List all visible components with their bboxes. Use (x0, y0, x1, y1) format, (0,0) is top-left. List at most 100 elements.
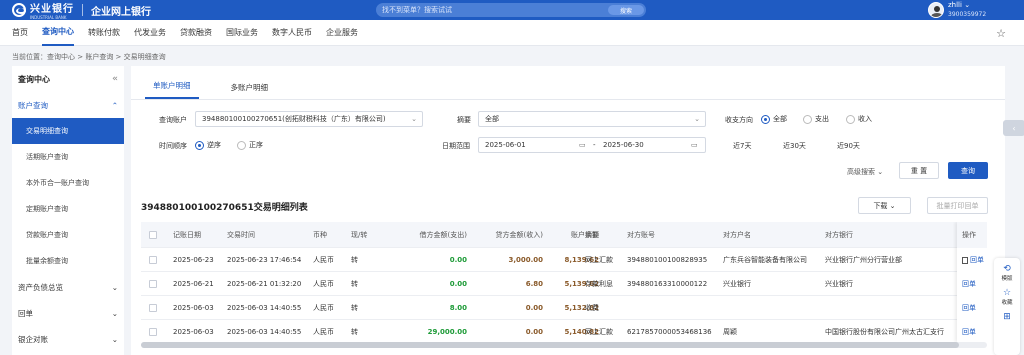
nav-item-home[interactable]: 首页 (12, 20, 28, 46)
col-header: 借方金额(支出) (419, 230, 467, 239)
download-label: 下载 (873, 201, 888, 210)
sidebar-item-unified-account[interactable]: 本外币合一账户查询 (12, 170, 124, 196)
download-button[interactable]: 下载 ⌄ (858, 197, 911, 214)
cell-name: 周颖 (723, 327, 737, 336)
cell-name: 广东兵谷智能装备有限公司 (723, 255, 807, 264)
grid-tool[interactable]: ⊞ (994, 312, 1020, 322)
receipt-label: 回单 (962, 280, 976, 288)
scrollbar-thumb[interactable] (141, 342, 959, 348)
brand-divider (82, 4, 83, 16)
cell-debit: 29,000.00 (427, 327, 467, 336)
radio-dot (761, 114, 770, 124)
menu-search-input[interactable]: 找不到菜单？搜索试试 搜索 (376, 3, 646, 17)
advanced-search-toggle[interactable]: 高级搜索 ⌄ (847, 167, 883, 177)
row-checkbox[interactable] (149, 248, 157, 271)
reset-button[interactable]: 重 置 (899, 162, 939, 179)
receipt-link[interactable]: 回单 (957, 320, 987, 342)
col-header: 对方账号 (627, 230, 655, 239)
floating-tools: ⟲ 模版 ☆ 收藏 ⊞ (994, 258, 1020, 355)
order-desc-radio[interactable]: 逆序 (195, 140, 221, 150)
row-checkbox[interactable] (149, 296, 157, 319)
sidebar-header: 查询中心 « (12, 66, 124, 92)
receipt-link[interactable]: 回单 (957, 272, 987, 296)
direction-all-radio[interactable]: 全部 (761, 114, 787, 124)
cell-acct: 394880100100828935 (627, 255, 708, 264)
quick-7-days[interactable]: 近7天 (733, 141, 751, 151)
user-name[interactable]: zhlli ⌄ (948, 1, 986, 10)
col-header: 贷方金额(收入) (495, 230, 543, 239)
tab-single-account[interactable]: 单账户明细 (145, 80, 199, 99)
template-tool[interactable]: ⟲ 模版 (994, 264, 1020, 282)
quick-30-days[interactable]: 近30天 (783, 141, 806, 151)
user-menu[interactable]: zhlli ⌄ 3900359972 (928, 1, 986, 19)
nav-item-payroll[interactable]: 代发业务 (134, 20, 166, 46)
sidebar-item-current-account[interactable]: 活期账户查询 (12, 144, 124, 170)
horizontal-scrollbar[interactable] (141, 342, 987, 348)
cell-date: 2025-06-03 (173, 303, 214, 312)
side-drawer-handle[interactable]: ‹ (1003, 120, 1024, 136)
nav-item-enterprise-services[interactable]: 企业服务 (326, 20, 358, 46)
receipt-link[interactable]: 回单 (957, 296, 987, 320)
sidebar-item-batch-balance[interactable]: 批量余额查询 (12, 248, 124, 274)
sidebar-group-account-query[interactable]: 账户查询 ⌃ (12, 92, 124, 118)
nav-item-international[interactable]: 国际业务 (226, 20, 258, 46)
chevron-down-icon: ⌄ (111, 308, 118, 318)
main-panel: 单账户明细 多账户明细 查询账户 394880100100270651(创拓财税… (131, 66, 1005, 355)
bank-logo[interactable]: 兴业银行 INDUSTRIAL BANK (12, 0, 74, 20)
receipt-link[interactable]: 回单 (957, 248, 987, 272)
avatar[interactable] (928, 2, 944, 18)
account-select[interactable]: 394880100100270651(创拓财税科技（广东）有限公司) ⌄ (195, 111, 423, 127)
cell-debit: 0.00 (449, 255, 467, 264)
cell-name: 兴业银行 (723, 279, 751, 288)
cell-date: 2025-06-23 (173, 255, 214, 264)
favorite-star-icon[interactable]: ☆ (996, 27, 1006, 40)
search-button[interactable]: 搜索 (608, 5, 644, 15)
tab-bar: 单账户明细 多账户明细 (131, 66, 1005, 100)
sidebar-group-reconciliation[interactable]: 银企对账 ⌄ (12, 326, 124, 352)
direction-income-radio[interactable]: 收入 (846, 114, 872, 124)
cell-cur: 人民币 (313, 327, 334, 336)
col-header: 现/转 (351, 230, 368, 239)
table-body: 2025-06-23 2025-06-23 17:46:54 人民币转 0.00 3,0… (141, 248, 987, 342)
tab-multi-account[interactable]: 多账户明细 (223, 82, 277, 99)
sidebar-group-receipt[interactable]: 回单 ⌄ (12, 300, 124, 326)
receipt-label: 回单 (962, 304, 976, 312)
sidebar-item-fixed-account[interactable]: 定期账户查询 (12, 196, 124, 222)
chevron-down-icon: ⌄ (411, 115, 417, 123)
query-button[interactable]: 查询 (948, 162, 988, 179)
sidebar-group-assets[interactable]: 资产负债总览 ⌄ (12, 274, 124, 300)
chevron-down-icon: ⌄ (111, 282, 118, 292)
summary-select[interactable]: 全部 ⌄ (478, 111, 706, 127)
nav-item-loans[interactable]: 贷款融资 (180, 20, 212, 46)
bank-logo-icon (12, 3, 26, 17)
date-range-picker[interactable]: 2025-06-01 ▭ - 2025-06-30 ▭ (478, 137, 706, 153)
quick-90-days[interactable]: 近90天 (837, 141, 860, 151)
date-to[interactable]: 2025-06-30 (603, 141, 644, 149)
radio-dot (846, 114, 855, 124)
nav-item-query-center[interactable]: 查询中心 (42, 20, 74, 46)
batch-print-button[interactable]: 批量打印回单 (927, 197, 988, 214)
order-asc-radio[interactable]: 正序 (237, 140, 263, 150)
collapse-icon[interactable]: « (112, 74, 118, 84)
date-from[interactable]: 2025-06-01 (485, 141, 526, 149)
cell-summary: 存款利息 (585, 279, 613, 288)
sidebar: 查询中心 « 账户查询 ⌃ 交易明细查询 活期账户查询 本外币合一账户查询 定期… (12, 66, 124, 355)
receipt-label: 回单 (970, 256, 984, 264)
sidebar-item-loan-account[interactable]: 贷款账户查询 (12, 222, 124, 248)
row-checkbox[interactable] (149, 320, 157, 342)
favorites-tool[interactable]: ☆ 收藏 (994, 288, 1020, 306)
col-header-operation: 操作 (957, 222, 987, 248)
transaction-table: 记账日期 交易时间 币种 现/转 借方金额(支出) 贷方金额(收入) 账户余额 … (141, 222, 987, 342)
sidebar-group-label: 资产负债总览 (18, 282, 63, 292)
date-range-label: 日期范围 (442, 142, 470, 150)
nav-item-transfer[interactable]: 转账付款 (88, 20, 120, 46)
radio-dot (803, 114, 812, 124)
direction-expense-radio[interactable]: 支出 (803, 114, 829, 124)
sidebar-item-transaction-detail[interactable]: 交易明细查询 (12, 118, 124, 144)
select-all-checkbox[interactable] (149, 222, 157, 247)
row-checkbox[interactable] (149, 272, 157, 295)
nav-item-digital-rmb[interactable]: 数字人民币 (272, 20, 312, 46)
table-row: 2025-06-21 2025-06-21 01:32:20 人民币 转 0.00 6.8… (141, 272, 987, 296)
cell-summary: 收费 (585, 303, 599, 312)
chevron-down-icon: ⌄ (889, 201, 896, 210)
